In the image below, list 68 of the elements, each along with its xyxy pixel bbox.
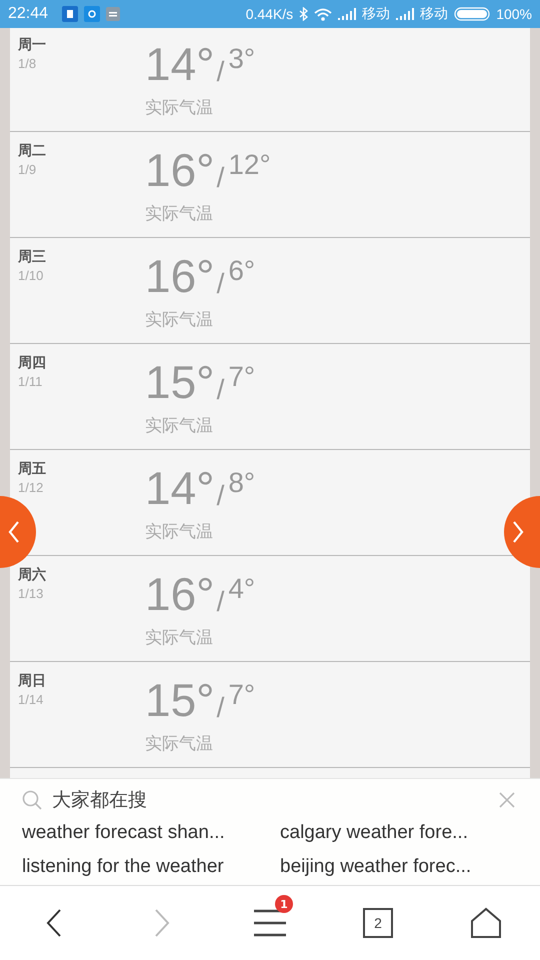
date-label: 1/11 [18, 373, 44, 391]
low-temperature: 3° [228, 42, 256, 76]
low-temperature: 7° [228, 360, 256, 394]
signal-icon [338, 8, 356, 20]
menu-icon[interactable] [253, 909, 287, 937]
notification-badge: 1 [275, 895, 293, 913]
high-temperature: 16° [145, 250, 215, 302]
tabs-button[interactable]: 2 [363, 908, 393, 938]
low-temperature: 6° [228, 254, 256, 288]
suggestion-link[interactable]: calgary weather fore... [280, 819, 518, 847]
date-label: 1/14 [18, 691, 44, 709]
weekday-label: 周六 [18, 566, 47, 584]
temperature-caption: 实际气温 [145, 203, 214, 225]
battery-icon [454, 7, 490, 21]
low-temperature: 7° [228, 678, 256, 712]
temperature-caption: 实际气温 [145, 627, 214, 649]
date-label: 1/8 [18, 55, 38, 73]
slash-separator: / [216, 482, 224, 510]
low-temperature: 8° [228, 466, 256, 500]
high-temperature: 15° [145, 356, 215, 408]
search-icon [22, 790, 42, 810]
weekday-label: 周二 [18, 142, 47, 160]
high-temperature: 16° [145, 568, 215, 620]
notification-icon [84, 6, 100, 22]
temperature-caption: 实际气温 [145, 521, 214, 543]
carrier-label: 移动 [362, 5, 390, 23]
high-temperature: 15° [145, 674, 215, 726]
notification-icon [62, 6, 78, 22]
slash-separator: / [216, 164, 224, 192]
carrier-label: 移动 [420, 5, 448, 23]
weekday-label: 周三 [18, 248, 47, 266]
weekday-label: 周日 [18, 672, 47, 690]
chevron-left-icon [8, 521, 20, 543]
suggestion-link[interactable]: listening for the weather [22, 853, 280, 881]
high-temperature: 16° [145, 144, 215, 196]
bluetooth-icon [299, 7, 308, 21]
home-icon[interactable] [470, 907, 502, 939]
slash-separator: / [216, 588, 224, 616]
temperature-caption: 实际气温 [145, 415, 214, 437]
wifi-icon [314, 8, 332, 20]
network-speed: 0.44K/s [246, 6, 294, 22]
date-label: 1/10 [18, 267, 44, 285]
suggestion-link[interactable]: weather forecast shan... [22, 819, 280, 847]
date-label: 1/12 [18, 479, 44, 497]
weekday-label: 周五 [18, 460, 47, 478]
weekday-label: 周四 [18, 354, 47, 372]
chevron-right-icon [512, 521, 524, 543]
close-icon[interactable] [498, 791, 516, 809]
temperature-caption: 实际气温 [145, 97, 214, 119]
slash-separator: / [216, 376, 224, 404]
weekday-label: 周一 [18, 36, 47, 54]
slash-separator: / [216, 58, 224, 86]
notification-icon [106, 7, 120, 21]
temperature-caption: 实际气温 [145, 733, 214, 755]
slash-separator: / [216, 270, 224, 298]
high-temperature: 14° [145, 462, 215, 514]
date-label: 1/9 [18, 161, 38, 179]
signal-icon [396, 8, 414, 20]
temperature-caption: 实际气温 [145, 309, 214, 331]
suggestion-link[interactable]: beijing weather forec... [280, 853, 518, 881]
high-temperature: 14° [145, 38, 215, 90]
slash-separator: / [216, 694, 224, 722]
battery-percent: 100% [496, 6, 532, 22]
suggestion-title: 大家都在搜 [52, 788, 147, 813]
date-label: 1/13 [18, 585, 44, 603]
clock: 22:44 [8, 5, 48, 23]
low-temperature: 12° [228, 148, 271, 182]
low-temperature: 4° [228, 572, 256, 606]
